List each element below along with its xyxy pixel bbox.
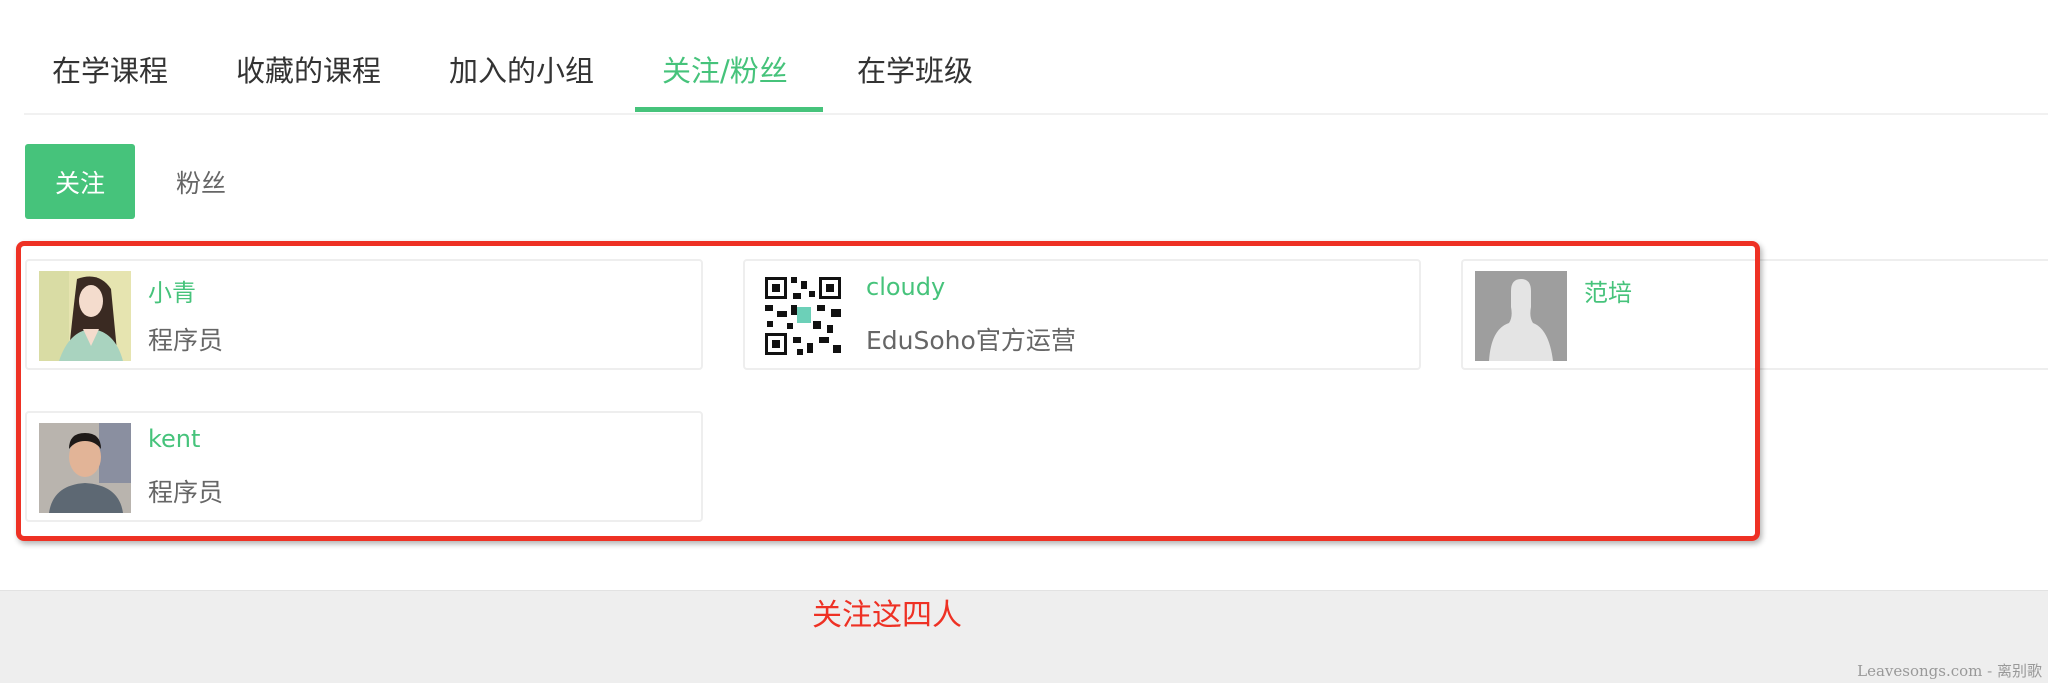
annotation-text: 关注这四人: [812, 598, 962, 633]
tab-learning-courses[interactable]: 在学课程: [52, 48, 168, 90]
tab-follow-fans[interactable]: 关注/粉丝: [662, 48, 788, 90]
active-tab-indicator: [635, 107, 823, 112]
tabs-divider: [24, 113, 2048, 115]
tab-joined-groups[interactable]: 加入的小组: [449, 48, 594, 90]
fans-button[interactable]: 粉丝: [176, 144, 226, 219]
following-button[interactable]: 关注: [25, 144, 135, 219]
annotation-highlight-box: [16, 241, 1760, 541]
tab-learning-classes[interactable]: 在学班级: [857, 48, 973, 90]
page-footer: [0, 590, 2048, 683]
tab-favorite-courses[interactable]: 收藏的课程: [236, 48, 381, 90]
watermark: Leavesongs.com - 离别歌: [1857, 662, 2042, 680]
